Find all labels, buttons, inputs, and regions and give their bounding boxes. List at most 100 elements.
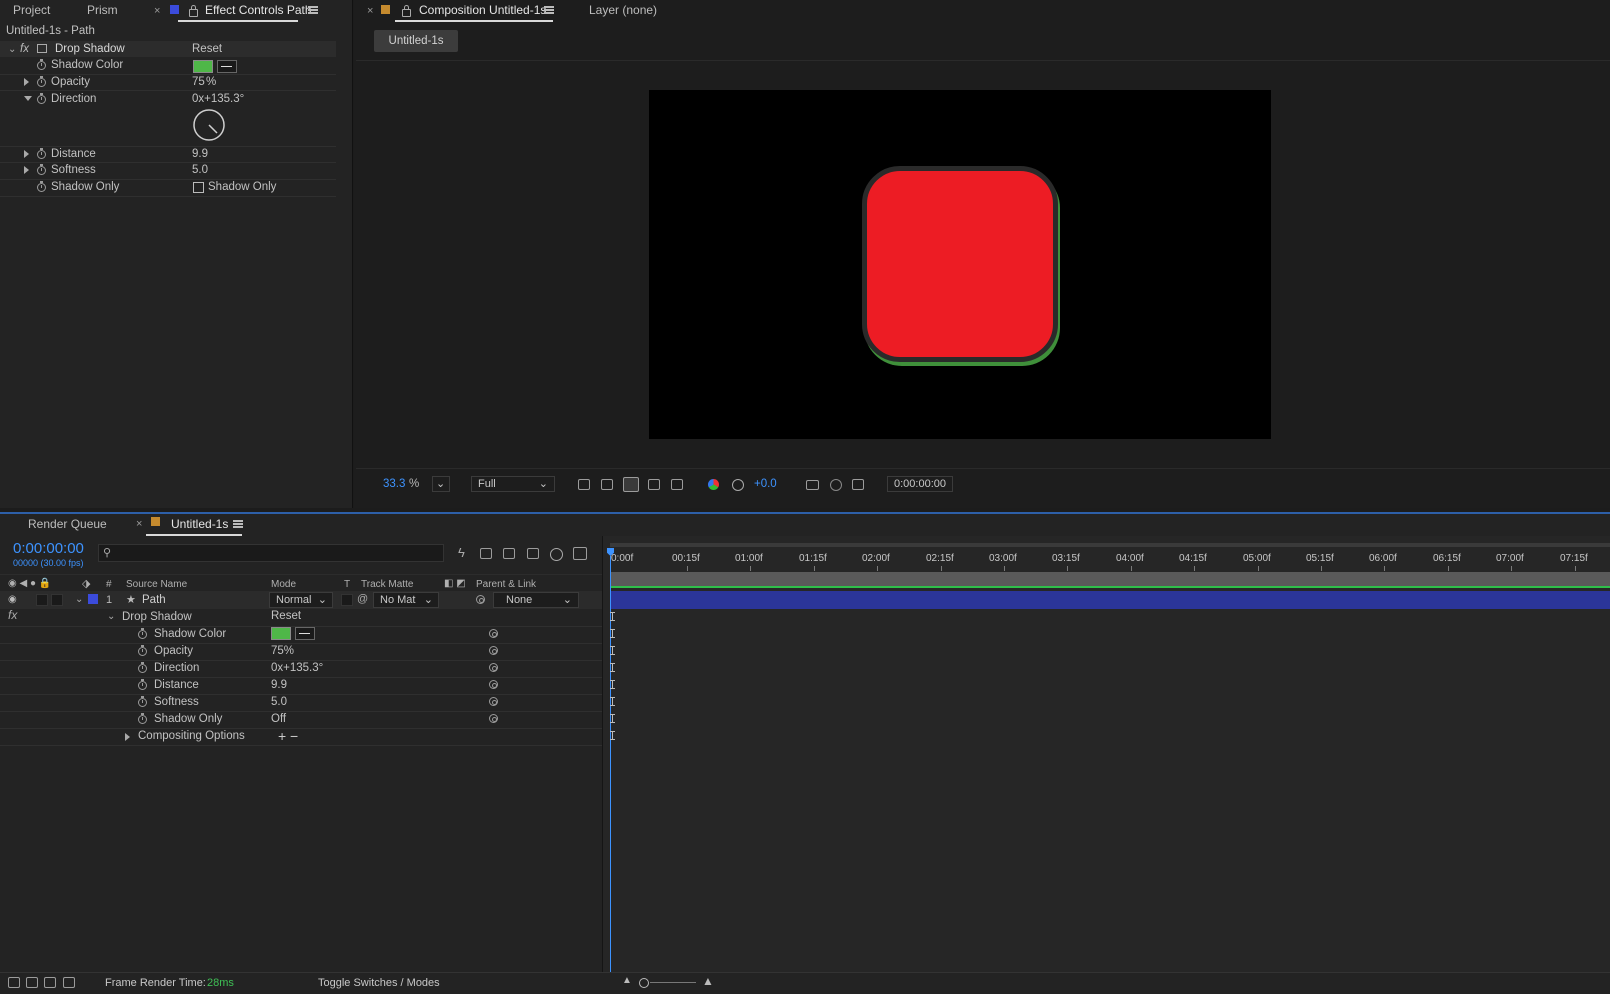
eyedropper-icon[interactable] (217, 60, 237, 73)
zoom-slider-track[interactable] (650, 982, 696, 983)
expanded-triangle-icon[interactable] (24, 96, 32, 101)
panel-menu-icon[interactable] (544, 6, 554, 14)
keyframe-ibeam-icon[interactable] (610, 629, 615, 638)
zoom-slider-handle[interactable] (639, 978, 649, 988)
channel-icon[interactable] (671, 479, 683, 490)
close-tab-icon[interactable]: × (136, 518, 142, 530)
stopwatch-icon[interactable] (138, 713, 147, 724)
stopwatch-icon[interactable] (138, 696, 147, 707)
show-snapshot-icon[interactable] (830, 479, 842, 491)
comp-navigator-chip[interactable]: Untitled-1s (374, 30, 458, 52)
pick-whip-icon[interactable] (489, 714, 498, 723)
ec-softness-value[interactable]: 5.0 (192, 164, 208, 176)
lock-icon[interactable] (402, 5, 411, 17)
stopwatch-icon[interactable] (138, 662, 147, 673)
column-mode[interactable]: Mode (271, 579, 296, 590)
current-timecode[interactable]: 0:00:00:00 (13, 540, 84, 557)
tl-prop-value[interactable]: 75% (271, 645, 294, 657)
eyedropper-icon[interactable] (295, 627, 315, 640)
effect-preset-icon[interactable] (37, 44, 47, 53)
tab-render-queue[interactable]: Render Queue (28, 514, 107, 536)
tab-prism[interactable]: Prism (87, 0, 118, 22)
stopwatch-icon[interactable] (37, 148, 46, 159)
expand-triangle-icon[interactable] (24, 150, 29, 158)
tab-layer[interactable]: Layer (none) (589, 0, 657, 22)
shadow-color-swatch[interactable] (193, 60, 213, 73)
pick-whip-icon[interactable] (489, 646, 498, 655)
work-area-bar[interactable] (610, 543, 1610, 547)
stopwatch-icon[interactable] (138, 679, 147, 690)
fx-icon[interactable]: fx (8, 608, 17, 622)
keyframe-ibeam-icon[interactable] (610, 680, 615, 689)
angle-dial[interactable] (192, 108, 226, 142)
pick-whip-icon[interactable] (489, 629, 498, 638)
tl-prop-value[interactable]: 5.0 (271, 696, 287, 708)
tab-composition[interactable]: Composition Untitled-1s (419, 0, 546, 22)
preserve-transparency-toggle[interactable] (341, 594, 353, 606)
effect-header-row[interactable] (0, 41, 336, 57)
remove-icon[interactable]: − (290, 728, 298, 744)
collapse-chevron-icon[interactable]: ⌄ (8, 45, 16, 55)
zoom-in-icon[interactable]: ▲ (702, 974, 714, 988)
stopwatch-icon[interactable] (37, 76, 46, 87)
color-management-icon[interactable] (708, 479, 719, 490)
solo-toggle[interactable] (36, 594, 48, 606)
footer-toggle-icon[interactable] (63, 977, 75, 988)
tab-effect-controls[interactable]: Effect Controls Path (205, 0, 312, 22)
pick-whip-icon[interactable] (489, 697, 498, 706)
layer-duration-bar[interactable] (610, 591, 1610, 609)
keyframe-ibeam-icon[interactable] (610, 612, 615, 621)
expand-triangle-icon[interactable] (24, 78, 29, 86)
graph-editor-toggle-icon[interactable] (550, 548, 563, 561)
mask-visibility-icon[interactable] (623, 477, 639, 492)
track-matte-dropdown[interactable]: No Mat ⌄ (373, 592, 439, 608)
pick-whip-icon[interactable] (489, 663, 498, 672)
footer-toggle-icon[interactable] (44, 977, 56, 988)
timeline-search-input[interactable] (98, 544, 444, 562)
tab-project[interactable]: Project (13, 0, 50, 22)
ec-direction-value[interactable]: 0x+135.3° (192, 93, 244, 105)
expand-triangle-icon[interactable] (24, 166, 29, 174)
ec-distance-value[interactable]: 9.9 (192, 148, 208, 160)
lock-toggle[interactable] (51, 594, 63, 606)
toggle-switches-modes-button[interactable]: Toggle Switches / Modes (318, 977, 440, 989)
tl-prop-value[interactable]: 0x+135.3° (271, 662, 323, 674)
preview-resolution-icon[interactable] (852, 479, 864, 490)
ec-opacity-value[interactable]: 75 (192, 76, 205, 88)
reset-exposure-icon[interactable] (732, 479, 744, 491)
stopwatch-icon[interactable] (37, 181, 46, 192)
motion-blur-icon[interactable] (527, 548, 539, 559)
column-track-matte[interactable]: Track Matte (361, 579, 413, 590)
zoom-out-icon[interactable]: ▲ (622, 975, 632, 986)
parent-dropdown[interactable]: None ⌄ (493, 592, 579, 608)
reset-link[interactable]: Reset (192, 43, 222, 55)
close-tab-icon[interactable]: × (154, 5, 160, 17)
shadow-only-checkbox[interactable] (193, 182, 204, 193)
keyframe-ibeam-icon[interactable] (610, 697, 615, 706)
tl-reset-link[interactable]: Reset (271, 610, 301, 622)
panel-menu-icon[interactable] (308, 6, 318, 14)
graph-editor-icon[interactable] (573, 547, 587, 560)
footer-toggle-icon[interactable] (8, 977, 20, 988)
draft-3d-icon[interactable]: ϟ (458, 545, 465, 560)
tl-prop-value[interactable]: 9.9 (271, 679, 287, 691)
add-icon[interactable]: + (278, 728, 286, 744)
column-source-name[interactable]: Source Name (126, 579, 187, 590)
footer-toggle-icon[interactable] (26, 977, 38, 988)
snapshot-camera-icon[interactable] (806, 480, 819, 490)
stopwatch-icon[interactable] (138, 628, 147, 639)
work-area-range[interactable] (610, 572, 1610, 586)
compositing-options-label[interactable]: Compositing Options (138, 730, 245, 742)
keyframe-ibeam-icon[interactable] (610, 714, 615, 723)
eye-icon[interactable]: ◉ (8, 594, 17, 605)
shy-layers-icon[interactable] (480, 548, 492, 559)
column-parent-link[interactable]: Parent & Link (476, 579, 536, 590)
exposure-value[interactable]: +0.0 (754, 478, 777, 490)
transparency-grid-icon[interactable] (601, 479, 613, 490)
layer-name[interactable]: Path (142, 594, 166, 606)
region-of-interest-icon[interactable] (578, 479, 590, 490)
frame-blending-icon[interactable] (503, 548, 515, 559)
effect-collapse-chevron-icon[interactable]: ⌄ (107, 612, 115, 622)
zoom-dropdown[interactable]: ⌄ (432, 476, 450, 492)
layer-collapse-chevron-icon[interactable]: ⌄ (75, 595, 83, 605)
